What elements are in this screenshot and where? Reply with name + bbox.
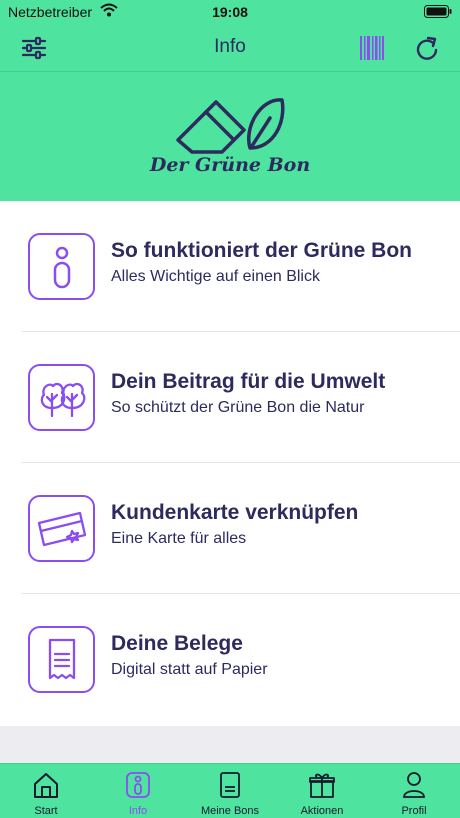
receipt-icon <box>220 772 240 798</box>
tab-bar: Start Info Meine Bons Aktionen Profil <box>0 763 460 818</box>
trees-icon <box>28 364 95 431</box>
item-subtitle: So schützt der Grüne Bon die Natur <box>111 399 365 416</box>
info-icon <box>126 772 150 798</box>
status-time: 19:08 <box>212 4 248 20</box>
info-list: So funktioniert der Grüne Bon Alles Wich… <box>0 201 460 726</box>
brand-header: Der Grüne Bon <box>0 72 460 201</box>
item-title: Deine Belege <box>111 632 243 655</box>
receipt-leaf-logo <box>176 98 285 154</box>
item-title: Kundenkarte verknüpfen <box>111 501 359 524</box>
receipt-icon <box>28 626 95 693</box>
tab-profil[interactable]: Profil <box>368 764 460 818</box>
battery-icon <box>424 5 452 21</box>
tab-label: Start <box>34 805 58 817</box>
status-bar: Netzbetreiber 19:08 <box>0 0 460 24</box>
list-item-how-it-works[interactable]: So funktioniert der Grüne Bon Alles Wich… <box>0 201 460 332</box>
item-subtitle: Alles Wichtige auf einen Blick <box>111 268 320 285</box>
tab-meine-bons[interactable]: Meine Bons <box>184 764 276 818</box>
item-title: So funktioniert der Grüne Bon <box>111 239 413 262</box>
gift-icon <box>309 773 335 798</box>
refresh-button[interactable] <box>411 32 443 64</box>
item-title: Dein Beitrag für die Umwelt <box>111 370 386 393</box>
item-subtitle: Digital statt auf Papier <box>111 661 268 678</box>
tab-start[interactable]: Start <box>0 764 92 818</box>
refresh-icon <box>416 36 438 60</box>
tab-aktionen[interactable]: Aktionen <box>276 764 368 818</box>
list-item-receipts[interactable]: Deine Belege Digital statt auf Papier <box>0 594 460 725</box>
barcode-icon <box>360 36 384 60</box>
person-icon <box>403 772 425 798</box>
list-item-environment[interactable]: Dein Beitrag für die Umwelt So schützt d… <box>0 332 460 463</box>
tab-label: Aktionen <box>300 805 344 817</box>
loyalty-card-icon <box>28 495 95 562</box>
tab-info[interactable]: Info <box>92 764 184 818</box>
tab-label: Meine Bons <box>200 805 260 817</box>
tab-label: Info <box>128 805 148 817</box>
list-item-loyalty-card[interactable]: Kundenkarte verknüpfen Eine Karte für al… <box>0 463 460 594</box>
item-subtitle: Eine Karte für alles <box>111 530 247 547</box>
home-icon <box>34 773 58 798</box>
info-icon <box>28 233 95 300</box>
tab-label: Profil <box>401 805 427 817</box>
navigation-bar: Info <box>0 24 460 72</box>
page-title: Info <box>214 36 246 57</box>
brand-name: Der Grüne Bon <box>149 154 311 176</box>
barcode-button[interactable] <box>356 32 388 64</box>
